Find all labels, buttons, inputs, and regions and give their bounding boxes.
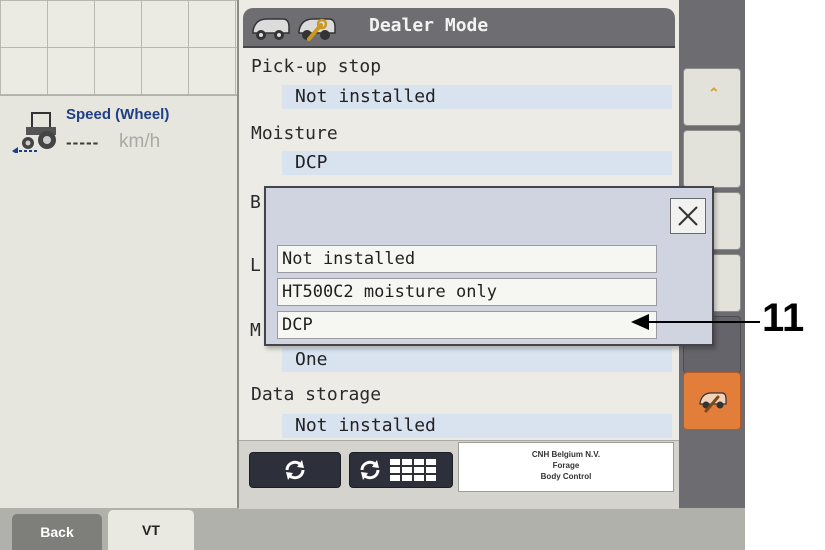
hidden-setting-label-l: L <box>250 255 261 276</box>
speed-label: Speed (Wheel) <box>66 106 170 123</box>
baler-icon <box>252 18 290 40</box>
back-tab[interactable]: Back <box>12 514 102 550</box>
baler-wrench-icon <box>298 18 336 41</box>
dealer-mode-header: Dealer Mode <box>243 8 675 48</box>
refresh-grid-icon <box>360 459 436 481</box>
scroll-up-button[interactable]: ⌃ <box>683 68 741 126</box>
pickup-stop-label: Pick-up stop <box>251 56 382 77</box>
company-module: Body Control <box>540 472 592 481</box>
option-dcp[interactable]: DCP <box>277 311 657 339</box>
terminal-screen: Speed (Wheel) ----- km/h Back VT Dealer … <box>0 0 745 550</box>
moisture-label: Moisture <box>251 123 338 144</box>
pickup-stop-value[interactable]: Not installed <box>282 85 672 109</box>
data-storage-label: Data storage <box>251 384 382 405</box>
company-division: Forage <box>552 461 580 470</box>
moisture-value[interactable]: DCP <box>282 151 672 175</box>
refresh-icon <box>285 460 305 480</box>
speed-unit: km/h <box>119 131 161 152</box>
callout-line <box>648 321 760 323</box>
dealer-mode-button[interactable] <box>683 372 741 430</box>
hidden-setting-label-b: B <box>250 192 261 213</box>
softkey-2[interactable] <box>683 130 741 188</box>
company-name: CNH Belgium N.V. <box>531 450 601 459</box>
refresh-button[interactable] <box>249 452 341 488</box>
empty-grid-area <box>0 0 237 96</box>
page-title: Dealer Mode <box>369 15 489 36</box>
company-info: CNH Belgium N.V. Forage Body Control <box>458 442 674 492</box>
close-icon <box>678 206 698 226</box>
callout-number: 11 <box>762 296 805 340</box>
refresh-all-button[interactable] <box>349 452 453 488</box>
baler-wrench-icon <box>699 392 727 413</box>
option-not-installed[interactable]: Not installed <box>277 245 657 273</box>
data-storage-value[interactable]: Not installed <box>282 414 672 438</box>
close-button[interactable] <box>670 198 706 234</box>
hidden-setting-label-m: M <box>250 320 261 341</box>
option-ht500c2[interactable]: HT500C2 moisture only <box>277 278 657 306</box>
vt-tab[interactable]: VT <box>108 510 194 550</box>
tractor-speed-icon <box>12 112 56 153</box>
left-info-panel <box>0 0 239 508</box>
double-chevron-up-icon: ⌃ <box>708 85 720 101</box>
speed-value: ----- <box>66 133 100 152</box>
partial-setting-value[interactable]: One <box>282 348 672 372</box>
callout-arrowhead <box>631 314 649 330</box>
